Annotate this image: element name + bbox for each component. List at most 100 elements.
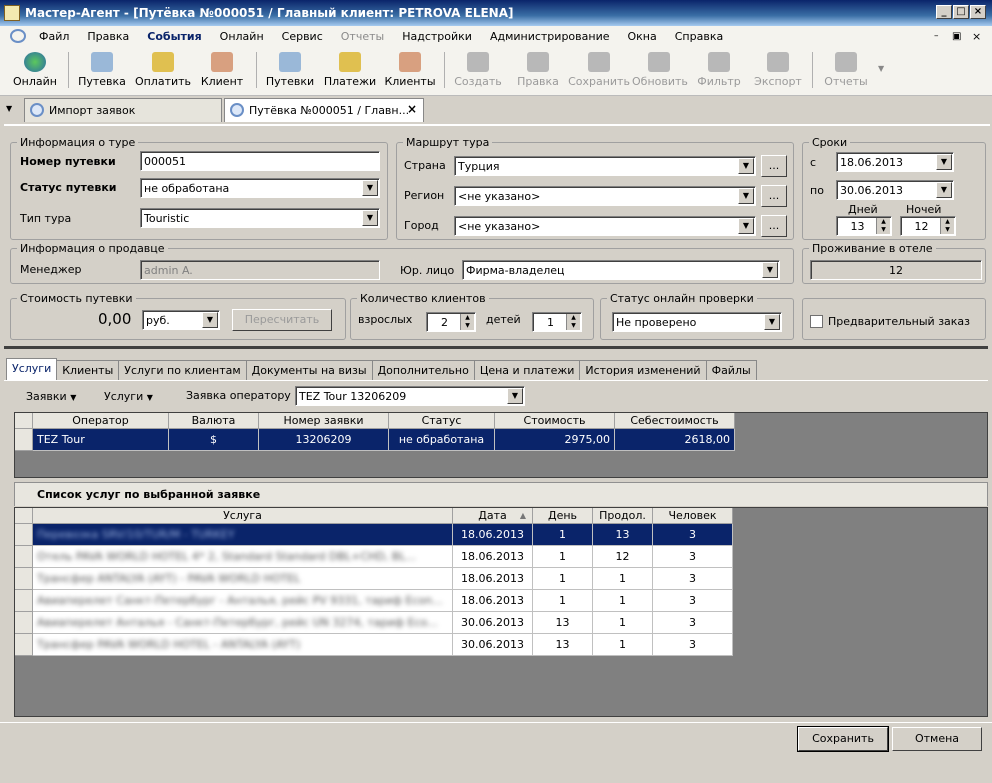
col-header-cost[interactable]: Стоимость (495, 413, 615, 429)
col-header-day[interactable]: День (533, 508, 593, 524)
menu-online[interactable]: Онлайн (211, 30, 273, 43)
close-window-button[interactable]: × (970, 5, 986, 19)
row-selector[interactable] (15, 524, 33, 546)
save-button[interactable]: Сохранить (797, 726, 889, 752)
col-header-order-number[interactable]: Номер заявки (259, 413, 389, 429)
save-toolbar-button[interactable]: Сохранить (568, 50, 630, 92)
chevron-down-icon[interactable]: ▼ (762, 262, 778, 278)
payments-button[interactable]: Платежи (322, 50, 378, 92)
tab-visa-documents[interactable]: Документы на визы (245, 360, 373, 380)
spin-arrows-icon[interactable]: ▲ ▼ (940, 218, 954, 234)
tab-clients[interactable]: Клиенты (56, 360, 120, 380)
col-header-net-cost[interactable]: Себестоимость (615, 413, 735, 429)
tab-list-dropdown-icon[interactable]: ▼ (6, 104, 12, 113)
country-select[interactable]: Турция ▼ (454, 156, 756, 176)
menu-file[interactable]: Файл (30, 30, 78, 43)
col-header-operator[interactable]: Оператор (33, 413, 169, 429)
region-more-button[interactable]: ... (761, 185, 787, 207)
chevron-down-icon[interactable]: ▼ (738, 158, 754, 174)
region-select[interactable]: <не указано> ▼ (454, 186, 756, 206)
tab-import-orders[interactable]: Импорт заявок (24, 98, 222, 122)
menu-edit[interactable]: Правка (78, 30, 138, 43)
maximize-button[interactable]: □ (953, 5, 969, 19)
tour-button[interactable]: Путевка (76, 50, 128, 92)
row-selector[interactable] (15, 590, 33, 612)
tab-additional[interactable]: Дополнительно (371, 360, 475, 380)
chevron-down-icon[interactable]: ▼ (362, 210, 378, 226)
reports-button[interactable]: Отчеты (822, 50, 870, 92)
recalculate-button[interactable]: Пересчитать (232, 309, 332, 331)
date-to-picker[interactable]: 30.06.2013 ▼ (836, 180, 954, 200)
tab-price-payments[interactable]: Цена и платежи (473, 360, 581, 380)
chevron-down-icon[interactable]: ▼ (764, 314, 780, 330)
chevron-down-icon[interactable]: ▼ (936, 182, 952, 198)
legal-entity-select[interactable]: Фирма-владелец ▼ (462, 260, 780, 280)
tour-type-select[interactable]: Touristic ▼ (140, 208, 380, 228)
orders-menu[interactable]: Заявки ▼ (26, 390, 76, 403)
pay-button[interactable]: Оплатить (134, 50, 192, 92)
mdi-minimize-button[interactable]: – (934, 31, 939, 41)
col-header-persons[interactable]: Человек (653, 508, 733, 524)
menu-addons[interactable]: Надстройки (393, 30, 481, 43)
menu-service[interactable]: Сервис (273, 30, 332, 43)
menu-windows[interactable]: Окна (619, 30, 666, 43)
nights-stepper[interactable]: 12 ▲ ▼ (900, 216, 956, 236)
refresh-button[interactable]: Обновить (632, 50, 688, 92)
chevron-down-icon[interactable]: ▼ (507, 388, 523, 404)
children-stepper[interactable]: 1 ▲ ▼ (532, 312, 582, 332)
chevron-down-icon[interactable]: ▼ (202, 312, 218, 328)
row-selector[interactable] (15, 429, 33, 451)
col-header-status[interactable]: Статус (389, 413, 495, 429)
toolbar-overflow-icon[interactable]: ▼ (878, 64, 884, 73)
row-selector[interactable] (15, 634, 33, 656)
row-selector[interactable] (15, 612, 33, 634)
currency-select[interactable]: руб. ▼ (142, 310, 220, 330)
city-more-button[interactable]: ... (761, 215, 787, 237)
chevron-down-icon[interactable]: ▼ (738, 218, 754, 234)
row-selector[interactable] (15, 546, 33, 568)
close-tab-icon[interactable]: × (407, 102, 417, 116)
operator-order-select[interactable]: TEZ Tour 13206209 ▼ (295, 386, 525, 406)
spin-arrows-icon[interactable]: ▲ ▼ (566, 314, 580, 330)
mdi-close-button[interactable]: × (972, 30, 981, 43)
menu-events[interactable]: События (138, 30, 210, 43)
tab-services-by-client[interactable]: Услуги по клиентам (118, 360, 247, 380)
clients-button[interactable]: Клиенты (384, 50, 436, 92)
col-header-duration[interactable]: Продол. (593, 508, 653, 524)
col-header-service[interactable]: Услуга (33, 508, 453, 524)
country-more-button[interactable]: ... (761, 155, 787, 177)
chevron-down-icon[interactable]: ▼ (936, 154, 952, 170)
adults-stepper[interactable]: 2 ▲ ▼ (426, 312, 476, 332)
online-status-select[interactable]: Не проверено ▼ (612, 312, 782, 332)
mdi-restore-button[interactable]: ▣ (952, 31, 961, 42)
tab-change-history[interactable]: История изменений (579, 360, 707, 380)
tour-status-select[interactable]: не обработана ▼ (140, 178, 380, 198)
chevron-down-icon[interactable]: ▼ (738, 188, 754, 204)
client-button[interactable]: Клиент (198, 50, 246, 92)
tour-number-field[interactable]: 000051 (140, 151, 380, 171)
chevron-down-icon[interactable]: ▼ (362, 180, 378, 196)
export-button[interactable]: Экспорт (752, 50, 804, 92)
cancel-button[interactable]: Отмена (892, 727, 982, 751)
menu-reports[interactable]: Отчеты (332, 30, 393, 43)
tours-button[interactable]: Путевки (264, 50, 316, 92)
col-header-currency[interactable]: Валюта (169, 413, 259, 429)
online-button[interactable]: Онлайн (10, 50, 60, 92)
filter-button[interactable]: Фильтр (694, 50, 744, 92)
tab-tour-000051[interactable]: Путёвка №000051 / Главн... × (224, 98, 424, 122)
preorder-checkbox[interactable] (810, 315, 823, 328)
row-selector[interactable] (15, 568, 33, 590)
spin-arrows-icon[interactable]: ▲ ▼ (460, 314, 474, 330)
tab-services[interactable]: Услуги (6, 358, 58, 380)
city-select[interactable]: <не указано> ▼ (454, 216, 756, 236)
create-button[interactable]: Создать (452, 50, 504, 92)
date-from-picker[interactable]: 18.06.2013 ▼ (836, 152, 954, 172)
days-stepper[interactable]: 13 ▲ ▼ (836, 216, 892, 236)
services-menu[interactable]: Услуги ▼ (104, 390, 153, 403)
menu-admin[interactable]: Администрирование (481, 30, 619, 43)
spin-arrows-icon[interactable]: ▲ ▼ (876, 218, 890, 234)
tab-files[interactable]: Файлы (705, 360, 757, 380)
manager-field[interactable]: admin A. (140, 260, 380, 280)
edit-button[interactable]: Правка (512, 50, 564, 92)
col-header-date[interactable]: Дата ▲ (453, 508, 533, 524)
